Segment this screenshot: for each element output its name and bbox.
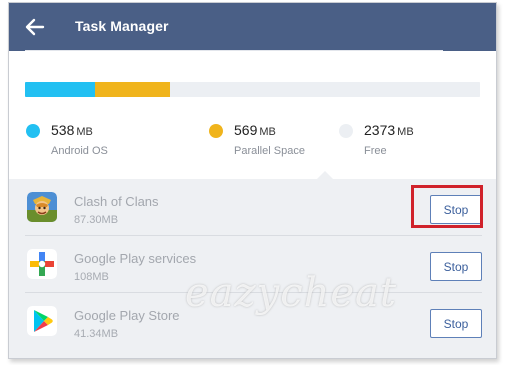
app-name: Google Play Store [74,308,180,323]
parallel-space-dot [209,124,223,138]
stop-button[interactable]: Stop [430,252,482,281]
android-os-dot [26,124,40,138]
task-manager-window: Task Manager 538 MB Android OS 569 MB Para… [8,2,497,359]
list-item: Clash of Clans 87.30MB Stop [9,179,496,236]
header-divider [25,50,443,51]
parallel-space-segment [95,82,170,97]
clash-of-clans-icon [27,192,57,222]
free-segment [169,82,480,97]
list-item: Google Play Store 41.34MB Stop [9,293,496,350]
app-name: Google Play services [74,251,197,266]
stop-button[interactable]: Stop [430,309,482,338]
storage-usage-bar [25,82,480,97]
legend-label: Free [364,145,387,157]
legend-value: 538 MB [51,122,93,138]
legend-value: 569 MB [234,122,276,138]
pointer-notch [317,171,333,179]
legend-label: Android OS [51,145,108,157]
app-name: Clash of Clans [74,194,159,209]
page-title: Task Manager [75,18,169,34]
app-size: 108MB [74,271,109,283]
app-size: 87.30MB [74,214,119,226]
google-play-store-icon [27,306,57,336]
app-header: Task Manager [9,3,496,51]
arrow-left-icon[interactable] [23,15,47,39]
running-apps-list: Clash of Clans 87.30MB Stop Google Play … [9,179,496,358]
google-play-services-icon [27,249,57,279]
legend-value: 2373 MB [364,122,414,138]
free-dot [339,124,353,138]
list-item: Google Play services 108MB Stop [9,236,496,293]
stop-button[interactable]: Stop [430,195,482,224]
app-size: 41.34MB [74,328,119,340]
android-os-segment [25,82,96,97]
legend-label: Parallel Space [234,145,305,157]
